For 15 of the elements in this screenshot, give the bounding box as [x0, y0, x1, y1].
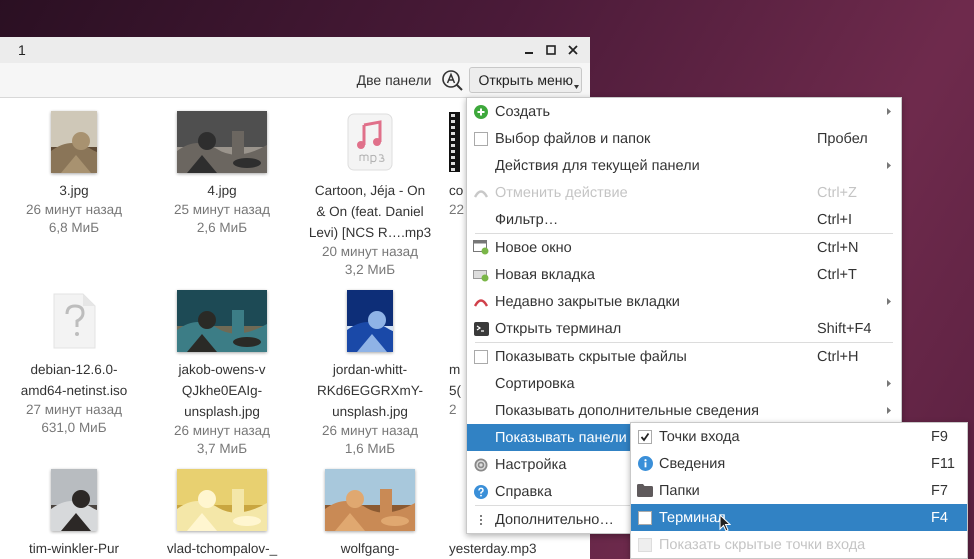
modified-time: 27 минут назад	[26, 401, 122, 419]
file-size: 3,7 МиБ	[196, 440, 248, 458]
file-size: 1,6 МиБ	[344, 440, 396, 458]
modified-time: 22	[449, 201, 464, 219]
file-size: 631,0 МиБ	[41, 419, 107, 437]
modified-time: 26 минут назад	[322, 422, 418, 440]
modified-time: 20 минут назад	[322, 243, 418, 261]
modified-time: 26 минут назад	[26, 201, 122, 219]
modified-time: 26 минут назад	[174, 422, 270, 440]
modified-time: 2	[449, 401, 457, 419]
file-size: 3,2 МиБ	[344, 261, 396, 279]
window-title: 1	[18, 42, 27, 58]
file-size: 6,8 МиБ	[48, 219, 100, 237]
file-size: 2,6 МиБ	[196, 219, 248, 237]
modified-time: 25 минут назад	[174, 201, 270, 219]
